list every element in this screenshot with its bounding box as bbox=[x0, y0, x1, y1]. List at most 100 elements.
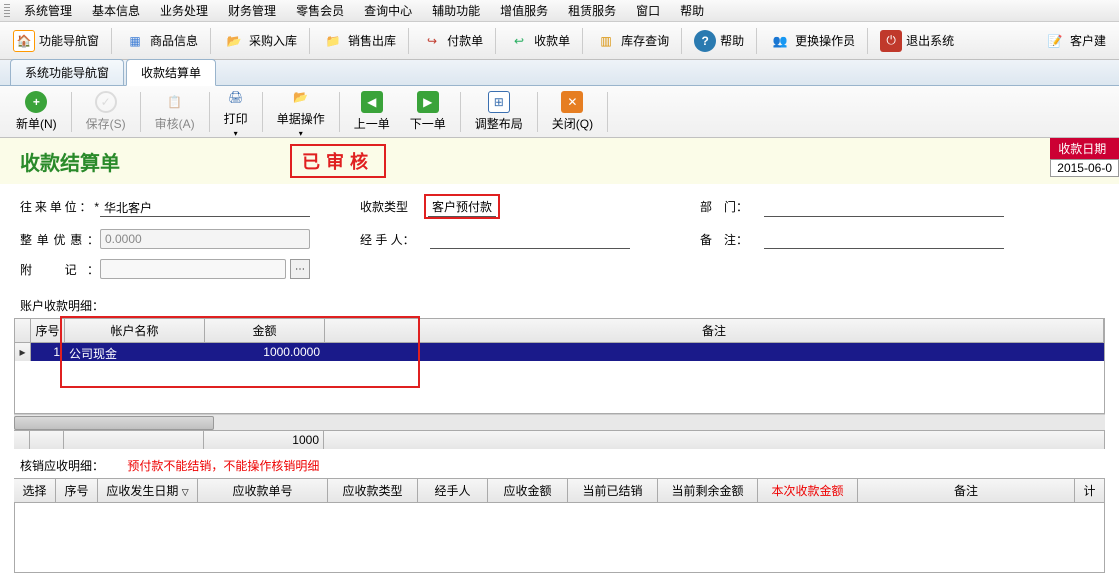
row-indicator-head bbox=[15, 319, 31, 342]
menu-aux[interactable]: 辅助功能 bbox=[422, 0, 490, 21]
tb-pay[interactable]: ↪付款单 bbox=[412, 25, 492, 57]
folder-out-icon: 📁 bbox=[322, 30, 344, 52]
remark-label: 备 注： bbox=[700, 231, 764, 248]
power-icon: ⏻ bbox=[880, 30, 902, 52]
folder-in-icon: 📂 bbox=[223, 30, 245, 52]
rb-close[interactable]: ✕关闭(Q) bbox=[542, 89, 603, 134]
rb-print[interactable]: 🖨打印▾ bbox=[214, 84, 258, 140]
users-icon: 👥 bbox=[769, 30, 791, 52]
tb-purchase-label: 采购入库 bbox=[249, 32, 297, 49]
menu-value[interactable]: 增值服务 bbox=[490, 0, 558, 21]
account-grid: 序号 帐户名称 金额 备注 ▸ 1 公司现金 1000.0000 bbox=[14, 318, 1105, 414]
close-icon: ✕ bbox=[561, 91, 583, 113]
menu-retail[interactable]: 零售会员 bbox=[286, 0, 354, 21]
tb-customer-label: 客户建 bbox=[1070, 32, 1106, 49]
main-toolbar: 🏠功能导航窗 ▦商品信息 📂采购入库 📁销售出库 ↪付款单 ↩收款单 ▥库存查询… bbox=[0, 22, 1119, 60]
menu-rental[interactable]: 租赁服务 bbox=[558, 0, 626, 21]
menu-finance[interactable]: 财务管理 bbox=[218, 0, 286, 21]
rb-audit: 📋审核(A) bbox=[145, 89, 205, 134]
tb-help[interactable]: ?帮助 bbox=[685, 25, 753, 57]
col-seq[interactable]: 序号 bbox=[31, 319, 65, 342]
scrollbar-thumb[interactable] bbox=[14, 416, 214, 430]
g2-this-amount[interactable]: 本次收款金额 bbox=[758, 479, 858, 502]
table-row[interactable]: ▸ 1 公司现金 1000.0000 bbox=[15, 343, 1104, 361]
dropdown-icon: ▾ bbox=[234, 129, 238, 138]
g2-handler[interactable]: 经手人 bbox=[418, 479, 488, 502]
tb-sale[interactable]: 📁销售出库 bbox=[313, 25, 405, 57]
date-label: 收款日期 bbox=[1050, 138, 1119, 159]
menu-system[interactable]: 系统管理 bbox=[14, 0, 82, 21]
date-badge: 收款日期 2015-06-0 bbox=[1050, 138, 1119, 177]
tab-receipt[interactable]: 收款结算单 bbox=[126, 59, 216, 86]
g2-date[interactable]: 应收发生日期 ▽ bbox=[98, 479, 198, 502]
date-value: 2015-06-0 bbox=[1050, 159, 1119, 177]
unit-label: 往来单位：* bbox=[20, 198, 100, 215]
g2-settled[interactable]: 当前已结销 bbox=[568, 479, 658, 502]
g2-seq[interactable]: 序号 bbox=[56, 479, 98, 502]
attach-field[interactable] bbox=[100, 259, 286, 279]
layout-icon: ⊞ bbox=[488, 91, 510, 113]
rb-layout[interactable]: ⊞调整布局 bbox=[465, 89, 533, 134]
audit-stamp: 已审核 bbox=[290, 144, 386, 178]
grid1-footer: 1000 bbox=[14, 430, 1105, 449]
writeoff-grid-body bbox=[14, 503, 1105, 573]
rb-next[interactable]: ▶下一单 bbox=[400, 89, 456, 134]
g2-docno[interactable]: 应收款单号 bbox=[198, 479, 328, 502]
rb-new[interactable]: +新单(N) bbox=[6, 89, 67, 134]
tb-switch-user[interactable]: 👥更换操作员 bbox=[760, 25, 864, 57]
boxes-icon: ▥ bbox=[595, 30, 617, 52]
col-amount[interactable]: 金额 bbox=[205, 319, 325, 342]
type-field[interactable]: 客户预付款 bbox=[428, 198, 496, 217]
remark-field[interactable] bbox=[764, 229, 1004, 249]
ribbon: +新单(N) ✓保存(S) 📋审核(A) 🖨打印▾ 📂单据操作▾ ◀上一单 ▶下… bbox=[0, 86, 1119, 138]
stamp-icon: 📋 bbox=[164, 91, 186, 113]
grid1-scrollbar[interactable] bbox=[14, 414, 1105, 430]
footer-amount: 1000 bbox=[204, 431, 324, 449]
g2-select[interactable]: 选择 bbox=[14, 479, 56, 502]
tab-nav[interactable]: 系统功能导航窗 bbox=[10, 59, 124, 85]
tb-purchase[interactable]: 📂采购入库 bbox=[214, 25, 306, 57]
discount-field: 0.0000 bbox=[100, 229, 310, 249]
tb-product[interactable]: ▦商品信息 bbox=[115, 25, 207, 57]
menu-query[interactable]: 查询中心 bbox=[354, 0, 422, 21]
tb-stock-label: 库存查询 bbox=[621, 32, 669, 49]
writeoff-grid-head: 选择 序号 应收发生日期 ▽ 应收款单号 应收款类型 经手人 应收金额 当前已结… bbox=[14, 478, 1105, 503]
dept-field[interactable] bbox=[764, 197, 1004, 217]
unit-field[interactable]: 华北客户 bbox=[100, 197, 310, 217]
check-icon: ✓ bbox=[95, 91, 117, 113]
tb-receive[interactable]: ↩收款单 bbox=[499, 25, 579, 57]
plus-icon: + bbox=[25, 91, 47, 113]
handler-field[interactable] bbox=[430, 229, 630, 249]
menu-help[interactable]: 帮助 bbox=[670, 0, 714, 21]
col-remark[interactable]: 备注 bbox=[325, 319, 1104, 342]
g2-ar-amount[interactable]: 应收金额 bbox=[488, 479, 568, 502]
g2-remaining[interactable]: 当前剩余金额 bbox=[658, 479, 758, 502]
tb-nav-label: 功能导航窗 bbox=[39, 32, 99, 49]
menu-basic[interactable]: 基本信息 bbox=[82, 0, 150, 21]
tb-exit[interactable]: ⏻退出系统 bbox=[871, 25, 963, 57]
doc-title: 收款结算单 bbox=[20, 147, 120, 176]
rb-prev[interactable]: ◀上一单 bbox=[344, 89, 400, 134]
discount-label: 整单优惠： bbox=[20, 231, 100, 248]
g2-type[interactable]: 应收款类型 bbox=[328, 479, 418, 502]
type-callout: 客户预付款 bbox=[424, 194, 500, 219]
rb-doc-ops[interactable]: 📂单据操作▾ bbox=[267, 84, 335, 140]
form-area: 往来单位：* 华北客户 收款类型 客户预付款 部 门： 整单优惠： 0.0000… bbox=[0, 184, 1119, 293]
tb-nav[interactable]: 🏠功能导航窗 bbox=[4, 25, 108, 57]
tb-pay-label: 付款单 bbox=[447, 32, 483, 49]
edit-icon: 📝 bbox=[1044, 30, 1066, 52]
menu-window[interactable]: 窗口 bbox=[626, 0, 670, 21]
tb-exit-label: 退出系统 bbox=[906, 32, 954, 49]
pay-icon: ↪ bbox=[421, 30, 443, 52]
writeoff-label: 核销应收明细： bbox=[20, 459, 104, 473]
menu-business[interactable]: 业务处理 bbox=[150, 0, 218, 21]
g2-remark[interactable]: 备注 bbox=[858, 479, 1075, 502]
attach-picker-button[interactable]: ⋯ bbox=[290, 259, 310, 279]
g2-calc[interactable]: 计 bbox=[1075, 479, 1105, 502]
doc-ops-icon: 📂 bbox=[290, 86, 312, 108]
tb-stock[interactable]: ▥库存查询 bbox=[586, 25, 678, 57]
dropdown-icon: ▾ bbox=[299, 129, 303, 138]
tb-customer[interactable]: 📝客户建 bbox=[1035, 25, 1115, 57]
col-acct[interactable]: 帐户名称 bbox=[65, 319, 205, 342]
row-indicator[interactable]: ▸ bbox=[15, 343, 31, 361]
